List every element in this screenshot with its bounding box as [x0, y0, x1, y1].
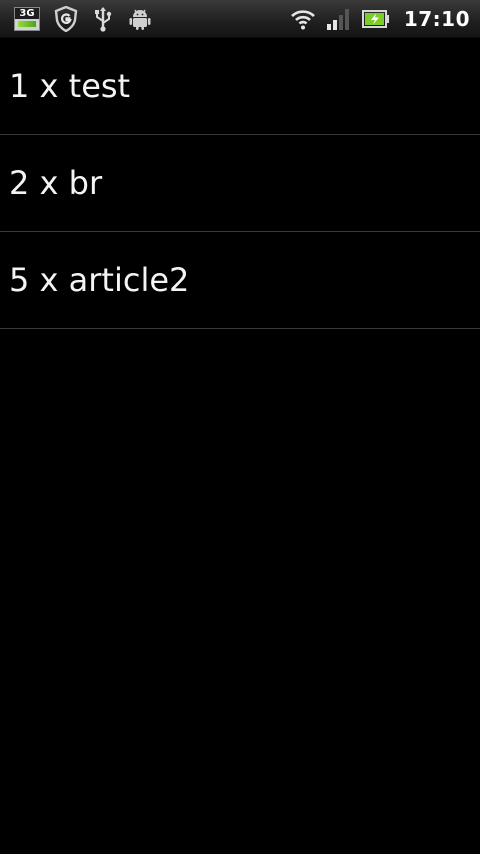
list-item-label: 2 x br	[9, 164, 103, 202]
status-bar: 3G 17:10	[0, 0, 480, 38]
clock-time: 17:10	[403, 7, 470, 31]
wifi-icon[interactable]	[290, 7, 316, 31]
list-item[interactable]: 2 x br	[0, 135, 480, 232]
list-item[interactable]: 1 x test	[0, 38, 480, 135]
item-list: 1 x test 2 x br 5 x article2	[0, 38, 480, 329]
system-status-icons: 17:10	[290, 0, 470, 38]
list-item-label: 1 x test	[9, 67, 131, 105]
network-type-label: 3G	[15, 8, 39, 19]
signal-strength-icon[interactable]	[326, 7, 352, 31]
battery-charging-icon[interactable]	[361, 8, 390, 30]
3g-notification-icon[interactable]: 3G	[14, 7, 40, 31]
usb-icon[interactable]	[92, 6, 114, 32]
list-item-label: 5 x article2	[9, 261, 190, 299]
notification-icons: 3G	[14, 0, 152, 38]
list-item[interactable]: 5 x article2	[0, 232, 480, 329]
shield-g-icon[interactable]	[54, 6, 78, 32]
android-debug-icon[interactable]	[128, 7, 152, 31]
